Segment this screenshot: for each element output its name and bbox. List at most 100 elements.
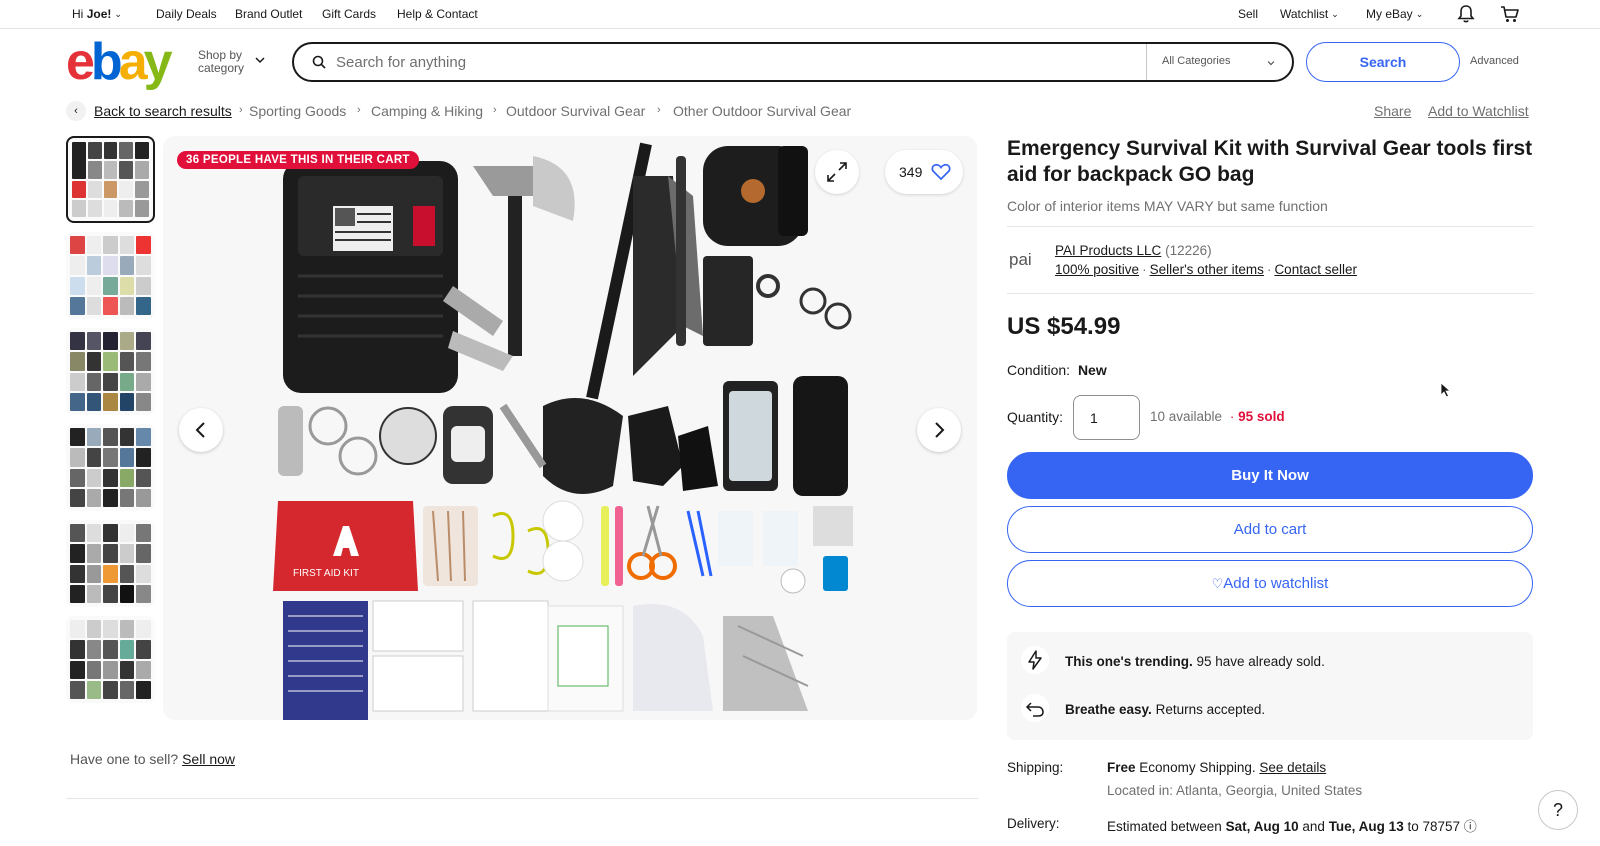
breadcrumb-item[interactable]: Outdoor Survival Gear xyxy=(506,103,645,119)
thumbnail[interactable] xyxy=(66,136,155,223)
sold-count[interactable]: 95 sold xyxy=(1238,409,1285,424)
shipping-value: Free Economy Shipping. See details xyxy=(1107,760,1326,775)
greeting-menu[interactable]: Hi Joe! ⌄ xyxy=(72,7,122,21)
trending-rest: 95 have already sold. xyxy=(1196,654,1325,669)
mouse-cursor-icon xyxy=(1440,382,1452,398)
search-divider xyxy=(1146,44,1147,80)
sell-link[interactable]: Sell xyxy=(1238,7,1258,21)
my-ebay-label: My eBay xyxy=(1366,7,1413,21)
contact-seller-link[interactable]: Contact seller xyxy=(1274,262,1357,277)
condition-label: Condition: xyxy=(1007,362,1071,378)
returns-rest: Returns accepted. xyxy=(1155,702,1266,717)
heart-icon xyxy=(931,163,951,181)
brand-outlet-link[interactable]: Brand Outlet xyxy=(235,7,302,21)
back-to-results-link[interactable]: Back to search results xyxy=(94,103,232,119)
greeting-name: Joe! xyxy=(86,7,112,21)
breadcrumb-separator: › xyxy=(493,104,497,116)
thumbnail-image xyxy=(70,236,151,315)
add-to-watchlist-label: Add to watchlist xyxy=(1223,575,1329,592)
add-to-watchlist-button[interactable]: ♡Add to watchlist xyxy=(1007,560,1533,607)
advanced-search-link[interactable]: Advanced xyxy=(1470,55,1519,67)
add-to-cart-button[interactable]: Add to cart xyxy=(1007,506,1533,553)
separator-dot: · xyxy=(1142,262,1147,277)
chevron-left-icon[interactable]: ‹ xyxy=(66,101,86,121)
help-button[interactable]: ? xyxy=(1538,790,1578,830)
help-contact-link[interactable]: Help & Contact xyxy=(397,7,478,21)
seller-info: PAI Products LLC (12226) xyxy=(1055,243,1212,258)
delivery-end: Tue, Aug 13 xyxy=(1328,819,1404,834)
lightning-icon xyxy=(1021,646,1049,674)
breadcrumb-item[interactable]: Sporting Goods xyxy=(249,103,346,119)
watchlist-menu[interactable]: Watchlist ⌄ xyxy=(1280,7,1339,21)
seller-name-link[interactable]: PAI Products LLC xyxy=(1055,243,1161,258)
search-button[interactable]: Search xyxy=(1306,42,1460,82)
thumbnail[interactable] xyxy=(66,232,155,319)
quantity-input[interactable] xyxy=(1073,395,1140,440)
previous-image-button[interactable] xyxy=(179,408,223,452)
watch-counter-button[interactable]: 349 xyxy=(885,150,963,194)
my-ebay-menu[interactable]: My eBay ⌄ xyxy=(1366,7,1423,21)
trending-bold: This one's trending. xyxy=(1065,654,1193,669)
thumbnail[interactable] xyxy=(66,424,155,511)
delivery-zip[interactable]: to 78757 xyxy=(1407,819,1460,834)
delivery-start: Sat, Aug 10 xyxy=(1225,819,1299,834)
shop-by-line2: category xyxy=(198,61,245,75)
daily-deals-link[interactable]: Daily Deals xyxy=(156,7,217,21)
quantity-label: Quantity: xyxy=(1007,409,1064,425)
seller-logo[interactable]: pai xyxy=(1009,250,1045,280)
category-select[interactable]: All Categories xyxy=(1162,55,1230,67)
breadcrumb-item[interactable]: Other Outdoor Survival Gear xyxy=(673,103,851,119)
seller-feedback-count: (12226) xyxy=(1165,243,1212,258)
see-details-link[interactable]: See details xyxy=(1259,760,1326,775)
cart-icon[interactable] xyxy=(1500,4,1520,24)
cart-count-badge: 36 PEOPLE HAVE THIS IN THEIR CART xyxy=(177,151,419,169)
main-product-image[interactable]: FIRST AID KIT 36 PEOPLE HAVE THIS IN THE… xyxy=(163,136,977,720)
gift-cards-link[interactable]: Gift Cards xyxy=(322,7,376,21)
add-to-watchlist-link[interactable]: Add to Watchlist xyxy=(1428,103,1529,119)
delivery-prefix: Estimated between xyxy=(1107,819,1222,834)
shop-by-category[interactable]: Shop by category xyxy=(198,49,244,75)
available-count: 10 available xyxy=(1150,409,1223,424)
thumbnail[interactable] xyxy=(66,520,155,607)
chevron-down-icon[interactable] xyxy=(254,54,266,66)
ebay-logo[interactable]: ebay xyxy=(66,33,173,91)
breadcrumb-separator: › xyxy=(239,104,243,116)
thumbnail[interactable] xyxy=(66,616,155,703)
chevron-down-icon: ⌄ xyxy=(1415,9,1424,19)
item-location: Located in: Atlanta, Georgia, United Sta… xyxy=(1107,783,1363,798)
info-icon[interactable]: ⓘ xyxy=(1464,819,1477,834)
thumbnail[interactable] xyxy=(66,328,155,415)
sell-prompt: Have one to sell? Sell now xyxy=(70,751,235,767)
seller-positive-link[interactable]: 100% positive xyxy=(1055,262,1139,277)
shipping-label: Shipping: xyxy=(1007,760,1064,775)
availability: 10 available · 95 sold xyxy=(1150,409,1285,424)
next-image-button[interactable] xyxy=(917,408,961,452)
watch-count: 349 xyxy=(899,164,923,180)
expand-image-button[interactable] xyxy=(815,150,859,194)
shipping-method: Economy Shipping. xyxy=(1139,760,1256,775)
buy-it-now-button[interactable]: Buy It Now xyxy=(1007,452,1533,499)
breadcrumb: ‹ Back to search results › Sporting Good… xyxy=(66,101,1536,121)
breadcrumb-separator: › xyxy=(657,104,661,116)
sell-now-link[interactable]: Sell now xyxy=(182,751,235,767)
share-link[interactable]: Share xyxy=(1374,103,1411,119)
seller-other-items-link[interactable]: Seller's other items xyxy=(1150,262,1264,277)
search-icon xyxy=(312,55,326,69)
greeting-prefix: Hi xyxy=(72,7,84,21)
return-arrow-icon xyxy=(1021,694,1049,722)
divider xyxy=(1007,293,1533,294)
header: ebay Shop by category All Categories Sea… xyxy=(0,30,1600,94)
logo-letter-e: e xyxy=(66,33,95,91)
breadcrumb-item[interactable]: Camping & Hiking xyxy=(371,103,483,119)
logo-letter-b: b xyxy=(90,33,123,91)
logo-letter-y: y xyxy=(143,33,173,91)
first-aid-kit-label: FIRST AID KIT xyxy=(293,568,359,579)
seller-logo-text: pai xyxy=(1009,250,1032,269)
thumbnail-image xyxy=(70,524,151,603)
logo-letter-a: a xyxy=(118,33,148,91)
search-input[interactable] xyxy=(330,50,1110,74)
thumbnail-image xyxy=(70,332,151,411)
bell-icon[interactable] xyxy=(1456,4,1476,24)
divider xyxy=(1007,226,1533,227)
separator-dot: · xyxy=(1266,262,1272,277)
